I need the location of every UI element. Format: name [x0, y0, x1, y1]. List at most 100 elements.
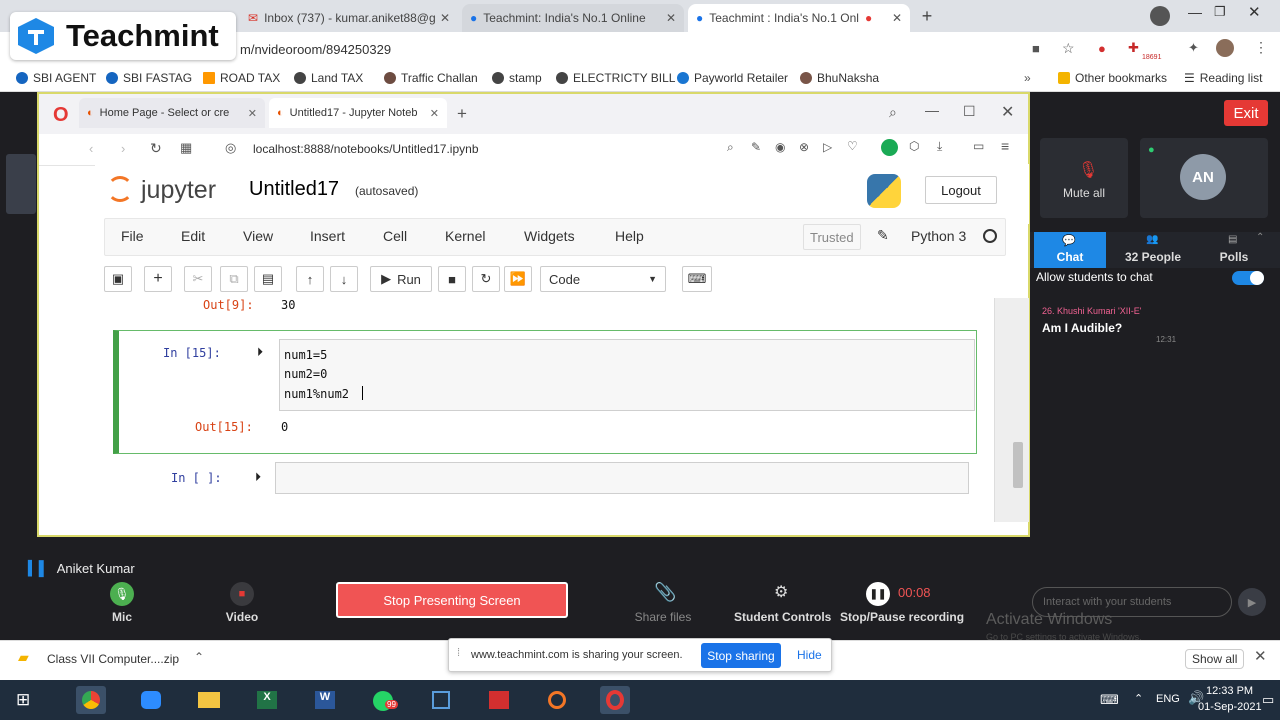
hide-button[interactable]: Hide	[797, 648, 822, 662]
vpn-icon[interactable]	[881, 139, 898, 156]
opera-logo-icon[interactable]: O	[53, 104, 69, 127]
empty-code-editor[interactable]	[275, 462, 969, 494]
menu-icon[interactable]: ⋮	[1254, 39, 1268, 56]
clock-date[interactable]: 01-Sep-2021	[1198, 701, 1262, 713]
reading-list[interactable]: ☰ Reading list	[1184, 71, 1262, 85]
excel-taskbar-icon[interactable]: X	[252, 686, 282, 714]
maximize-button[interactable]: ☐	[963, 103, 976, 120]
zoom-taskbar-icon[interactable]	[136, 686, 166, 714]
bookmark-bhunaksha[interactable]: BhuNaksha	[800, 71, 879, 85]
restart-button[interactable]: ↻	[472, 266, 500, 292]
close-icon[interactable]: ✕	[666, 11, 676, 25]
menu-help[interactable]: Help	[615, 228, 644, 244]
tab-people[interactable]: 👥 32 People	[1110, 232, 1196, 268]
explorer-taskbar-icon[interactable]	[194, 686, 224, 714]
new-tab-button[interactable]: +	[916, 6, 938, 26]
bookmark-sbi-agent[interactable]: SBI AGENT	[16, 71, 96, 85]
whatsapp-taskbar-icon[interactable]: 99	[368, 686, 398, 714]
bookmark-sbi-fastag[interactable]: SBI FASTAG	[106, 71, 192, 85]
close-window-button[interactable]: ✕	[1001, 102, 1014, 122]
insert-cell-button[interactable]: +	[144, 266, 172, 292]
easy-setup-icon[interactable]: ≡	[1001, 138, 1009, 154]
chrome-taskbar-icon[interactable]	[76, 686, 106, 714]
copy-button[interactable]: ⧉	[220, 266, 248, 292]
language-indicator[interactable]: ENG	[1156, 693, 1180, 705]
back-icon[interactable]: ‹	[89, 141, 93, 156]
other-bookmarks[interactable]: Other bookmarks	[1058, 71, 1167, 85]
drag-handle-icon[interactable]: ⁞	[457, 647, 460, 659]
inner-tab-home[interactable]: ◐ Home Page - Select or cre ✕	[79, 98, 265, 128]
tab-polls[interactable]: ▤ Polls	[1206, 232, 1262, 268]
star-icon[interactable]: ☆	[1062, 40, 1075, 57]
menu-file[interactable]: File	[121, 228, 144, 244]
chevron-up-icon[interactable]: ⌃	[1134, 692, 1143, 705]
battery-icon[interactable]: ▭	[973, 139, 984, 153]
word-taskbar-icon[interactable]: W	[310, 686, 340, 714]
zoom-icon[interactable]: ⌕	[727, 140, 734, 155]
bookmark-electricity-bill[interactable]: ELECTRICTY BILL	[556, 71, 675, 85]
logout-button[interactable]: Logout	[925, 176, 997, 204]
menu-edit[interactable]: Edit	[181, 228, 205, 244]
download-icon[interactable]: ⤓	[937, 139, 942, 154]
close-window-button[interactable]: ✕	[1248, 3, 1261, 21]
bookmark-payworld[interactable]: Payworld Retailer	[677, 71, 788, 85]
puzzle-icon[interactable]: ✦	[1188, 40, 1199, 56]
chrome-tab-teachmint-1[interactable]: ● Teachmint: India's No.1 Online ✕	[462, 4, 684, 32]
close-icon[interactable]: ✕	[440, 11, 450, 25]
acrobat-taskbar-icon[interactable]	[484, 686, 514, 714]
cut-button[interactable]: ✂	[184, 266, 212, 292]
camera-icon[interactable]: ■	[1032, 41, 1040, 56]
url-text[interactable]: m/nvideoroom/894250329	[240, 42, 391, 57]
video-button[interactable]: ■ Video	[212, 580, 272, 626]
play-icon[interactable]: ▷	[823, 140, 832, 154]
scrollbar-thumb[interactable]	[1013, 442, 1023, 488]
restart-run-all-button[interactable]: ⏩	[504, 266, 532, 292]
avatar[interactable]	[1216, 39, 1234, 57]
save-button[interactable]: ▣	[104, 266, 132, 292]
allow-chat-toggle[interactable]	[1232, 271, 1264, 285]
stop-presenting-button[interactable]: Stop Presenting Screen	[336, 582, 568, 618]
notebook-name[interactable]: Untitled17	[249, 178, 339, 201]
keyboard-icon[interactable]: ⌨	[1100, 692, 1119, 708]
search-icon[interactable]: ⌕	[889, 104, 897, 121]
paste-button[interactable]: ▤	[254, 266, 282, 292]
chevron-up-icon[interactable]: ⌃	[194, 650, 204, 664]
edit-icon[interactable]: ✎	[751, 140, 761, 154]
forward-icon[interactable]: ›	[121, 141, 125, 156]
minimize-button[interactable]: —	[925, 102, 939, 118]
code-editor[interactable]: num1=5 num2=0 num1%num2	[279, 339, 975, 411]
run-button[interactable]: ▶ Run	[370, 266, 432, 292]
menu-widgets[interactable]: Widgets	[524, 228, 575, 244]
active-code-cell[interactable]: In [15]: ⏵ num1=5 num2=0 num1%num2 Out[1…	[113, 330, 977, 454]
inner-url[interactable]: localhost:8888/notebooks/Untitled17.ipyn…	[253, 142, 479, 156]
inner-tab-notebook[interactable]: ◐ Untitled17 - Jupyter Noteb ✕	[269, 98, 447, 128]
close-icon[interactable]: ✕	[1254, 647, 1267, 665]
bookmark-traffic-challan[interactable]: Traffic Challan	[384, 71, 478, 85]
new-tab-button[interactable]: +	[457, 104, 467, 124]
command-palette-button[interactable]: ⌨	[682, 266, 712, 292]
run-cell-icon[interactable]: ⏵	[255, 470, 261, 485]
student-controls-button[interactable]: ⚙ Student Controls	[734, 580, 831, 626]
extension-icon[interactable]: ✚	[1128, 40, 1139, 56]
run-cell-icon[interactable]: ⏵	[257, 345, 263, 360]
mute-all-button[interactable]: 🎙 Mute all	[1040, 138, 1128, 218]
mic-button[interactable]: 🎙 Mic	[92, 580, 152, 626]
opera-taskbar-icon[interactable]	[600, 686, 630, 714]
heart-icon[interactable]: ♡	[847, 139, 858, 153]
jupyter-taskbar-icon[interactable]	[542, 686, 572, 714]
move-up-button[interactable]: ↑	[296, 266, 324, 292]
edit-kernel-icon[interactable]: ✎	[877, 227, 889, 244]
recording-control[interactable]: ❚❚ 00:08 Stop/Pause recording	[840, 580, 964, 626]
exit-button[interactable]: Exit	[1224, 100, 1268, 126]
more-bookmarks-button[interactable]: »	[1024, 71, 1031, 85]
reload-icon[interactable]: ↻	[150, 140, 162, 157]
maximize-button[interactable]: ❐	[1214, 4, 1226, 20]
trusted-indicator[interactable]: Trusted	[803, 224, 861, 250]
clock-time[interactable]: 12:33 PM	[1206, 685, 1253, 697]
interrupt-button[interactable]: ■	[438, 266, 466, 292]
bookmark-road-tax[interactable]: ROAD TAX	[203, 71, 280, 85]
stop-sharing-button[interactable]: Stop sharing	[701, 643, 781, 668]
minimize-button[interactable]: —	[1188, 4, 1202, 20]
share-files-button[interactable]: 📎 Share files	[628, 580, 698, 626]
menu-view[interactable]: View	[243, 228, 273, 244]
